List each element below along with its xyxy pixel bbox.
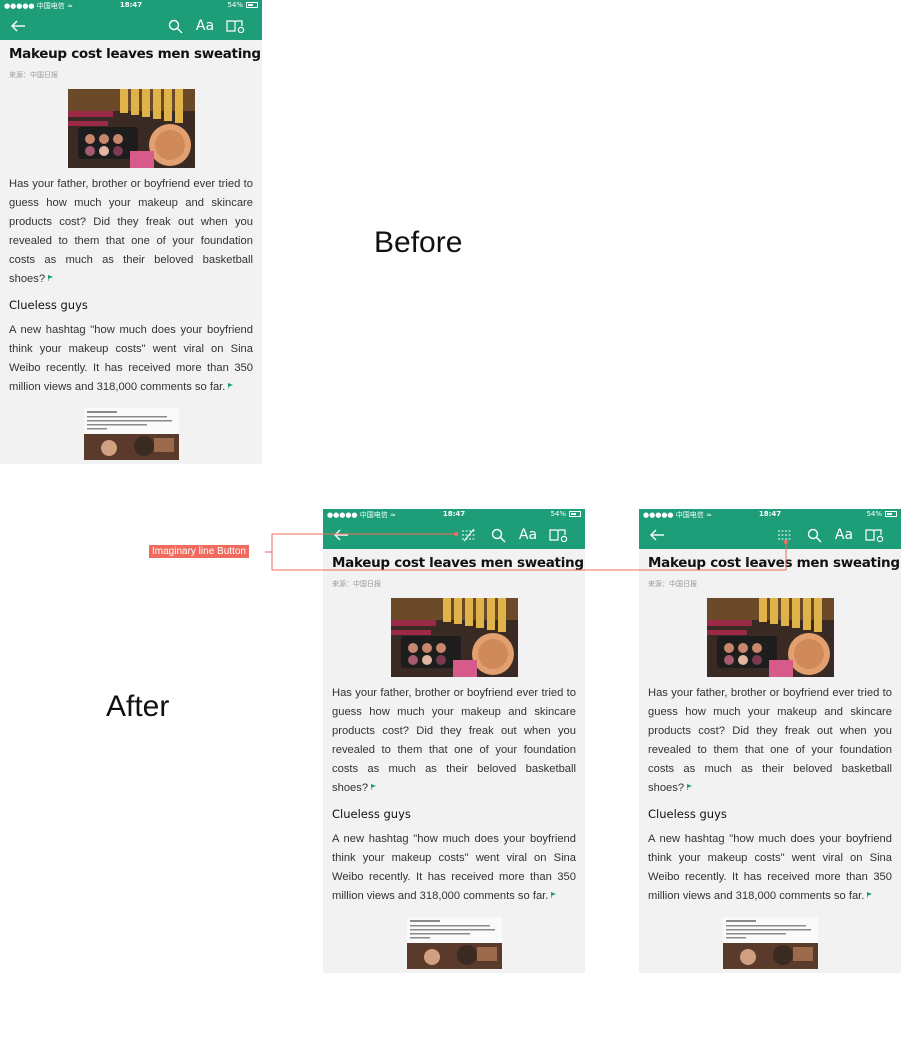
battery-indicator: 54% (866, 510, 897, 518)
bookmark-book-icon[interactable] (548, 525, 568, 545)
article-paragraph-1: Has your father, brother or boyfriend ev… (648, 684, 892, 798)
weibo-screenshot-thumbnail (722, 917, 818, 969)
battery-percent: 54% (866, 510, 882, 518)
bookmark-book-icon[interactable] (864, 525, 884, 545)
article-paragraph-1: Has your father, brother or boyfriend ev… (9, 175, 253, 289)
imaginary-line-icon[interactable] (777, 525, 793, 545)
battery-indicator: 54% (227, 1, 258, 9)
battery-icon (569, 511, 581, 517)
phone-after-list-mode: ●●●●● 中国电信 ≈ 18:47 54% Aa Makeup cost le… (639, 509, 901, 973)
article-paragraph-2: A new hashtag "how much does your boyfri… (9, 321, 253, 397)
makeup-photo (67, 89, 195, 168)
article-paragraph-2: A new hashtag "how much does your boyfri… (648, 830, 892, 906)
article-source: 来源：中国日报 (9, 71, 58, 79)
paragraph-1-text: Has your father, brother or boyfriend ev… (9, 178, 253, 285)
flag-icon (687, 784, 693, 790)
after-label: After (106, 690, 170, 723)
flag-icon (48, 275, 54, 281)
article-title: Makeup cost leaves men sweating (648, 555, 900, 571)
clock: 18:47 (758, 510, 782, 518)
article-paragraph-1: Has your father, brother or boyfriend ev… (332, 684, 576, 798)
battery-percent: 54% (227, 1, 243, 9)
flag-icon (551, 892, 557, 898)
imaginary-line-icon[interactable] (461, 525, 477, 545)
makeup-photo (390, 598, 518, 677)
status-bar: ●●●●● 中国电信 ≈ 18:47 54% (323, 509, 585, 521)
weibo-screenshot-thumbnail (406, 917, 502, 969)
battery-icon (885, 511, 897, 517)
article-content: Makeup cost leaves men sweating 来源：中国日报 (639, 555, 901, 969)
battery-indicator: 54% (550, 510, 581, 518)
article-content: Makeup cost leaves men sweating 来源：中国日报 (323, 555, 585, 969)
paragraph-1-text: Has your father, brother or boyfriend ev… (648, 687, 892, 794)
font-size-button[interactable]: Aa (834, 525, 854, 545)
before-label: Before (374, 226, 463, 259)
article-source: 来源：中国日报 (332, 580, 381, 588)
article-subheading: Clueless guys (648, 807, 727, 821)
top-nav-bar: Aa (323, 521, 585, 549)
font-size-label: Aa (518, 527, 538, 543)
flag-icon (228, 383, 234, 389)
paragraph-2-text: A new hashtag "how much does your boyfri… (648, 833, 892, 902)
status-bar: ●●●●● 中国电信 ≈ 18:47 54% (0, 0, 262, 12)
back-arrow-icon[interactable] (9, 16, 27, 36)
phone-before: ●●●●● 中国电信 ≈ 18:47 54% Aa Makeup cost le… (0, 0, 262, 464)
clock: 18:47 (442, 510, 466, 518)
back-arrow-icon[interactable] (332, 525, 350, 545)
paragraph-2-text: A new hashtag "how much does your boyfri… (332, 833, 576, 902)
search-icon[interactable] (806, 525, 822, 545)
makeup-photo (706, 598, 834, 677)
top-nav-bar: Aa (0, 12, 262, 40)
font-size-label: Aa (195, 18, 215, 34)
battery-icon (246, 2, 258, 8)
paragraph-2-text: A new hashtag "how much does your boyfri… (9, 324, 253, 393)
phone-after-line-mode: ●●●●● 中国电信 ≈ 18:47 54% Aa Makeup cost le… (323, 509, 585, 973)
bookmark-book-icon[interactable] (225, 16, 245, 36)
article-source: 来源：中国日报 (648, 580, 697, 588)
status-bar: ●●●●● 中国电信 ≈ 18:47 54% (639, 509, 901, 521)
back-arrow-icon[interactable] (648, 525, 666, 545)
font-size-button[interactable]: Aa (518, 525, 538, 545)
flag-icon (867, 892, 873, 898)
article-paragraph-2: A new hashtag "how much does your boyfri… (332, 830, 576, 906)
annotation-label: Imaginary line Button (149, 545, 249, 558)
article-subheading: Clueless guys (9, 298, 88, 312)
paragraph-1-text: Has your father, brother or boyfriend ev… (332, 687, 576, 794)
article-title: Makeup cost leaves men sweating (9, 46, 261, 62)
article-subheading: Clueless guys (332, 807, 411, 821)
search-icon[interactable] (490, 525, 506, 545)
battery-percent: 54% (550, 510, 566, 518)
top-nav-bar: Aa (639, 521, 901, 549)
article-content: Makeup cost leaves men sweating 来源：中国日报 (0, 46, 262, 460)
clock: 18:47 (119, 1, 143, 9)
search-icon[interactable] (167, 16, 183, 36)
font-size-button[interactable]: Aa (195, 16, 215, 36)
weibo-screenshot-thumbnail (83, 408, 179, 460)
article-title: Makeup cost leaves men sweating (332, 555, 584, 571)
font-size-label: Aa (834, 527, 854, 543)
flag-icon (371, 784, 377, 790)
